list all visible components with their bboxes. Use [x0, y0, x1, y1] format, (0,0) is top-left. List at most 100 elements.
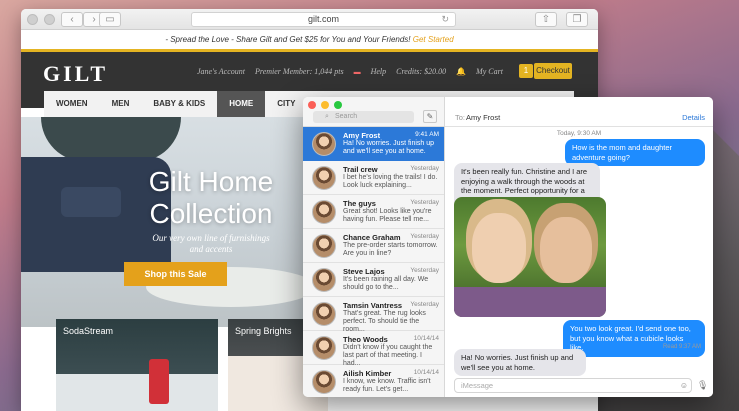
reload-icon[interactable]: ↻ [441, 13, 449, 26]
conversation-item[interactable]: Trail crew Yesterday I bet he's loving t… [303, 161, 444, 195]
sidebar-icon[interactable]: ▭ [99, 12, 121, 27]
message-bubble-out: You two look great. I'd send one too, bu… [563, 320, 705, 357]
conversation-time: 10/14/14 [413, 369, 439, 376]
gilt-logo[interactable]: GILT [43, 61, 108, 87]
read-receipt: Read 9:37 AM [662, 344, 701, 350]
person-image [540, 217, 592, 283]
recipient-name[interactable]: Amy Frost [466, 113, 500, 122]
conversation-item[interactable]: The guys Yesterday Great shot! Looks lik… [303, 195, 444, 229]
avatar [312, 302, 336, 326]
conversation-item[interactable]: Amy Frost 9:41 AM Ha! No worries. Just f… [303, 127, 444, 161]
lamp-image [41, 117, 181, 162]
conversation-snippet: Ha! No worries. Just finish up and we'll… [343, 140, 435, 155]
promo-banner: - Spread the Love - Share Gilt and Get $… [21, 30, 598, 52]
nav-baby-kids[interactable]: BABY & KIDS [141, 91, 217, 117]
back-icon[interactable]: ‹ [61, 12, 83, 27]
conversation-item[interactable]: Chance Graham Yesterday The pre-order st… [303, 229, 444, 263]
address-bar[interactable]: gilt.com ↻ [191, 12, 456, 27]
member-points: Premier Member: 1,044 pts [255, 67, 344, 76]
message-input[interactable]: iMessage ☺ [454, 378, 692, 393]
conversation-item[interactable]: Ailish Kimber 10/14/14 I know, we know. … [303, 365, 444, 397]
conversation-time: 10/14/14 [413, 335, 439, 342]
conversation-snippet: Great shot! Looks like you're having fun… [343, 208, 432, 223]
cart-link[interactable]: My Cart [476, 67, 503, 76]
person-image [472, 213, 526, 283]
avatar [312, 166, 336, 190]
search-icon: ⌕ [325, 113, 329, 120]
flag-icon[interactable]: ▬ [354, 68, 361, 76]
conversation-snippet: The pre-order starts tomorrow. Are you i… [343, 242, 438, 257]
avatar [312, 370, 336, 394]
avatar [312, 234, 336, 258]
messages-window: ⌕ Search ✎ Amy Frost 9:41 AM Ha! No worr… [303, 97, 713, 397]
conversation-time: Yesterday [410, 165, 439, 172]
credits-link[interactable]: Credits: $20.00 [396, 67, 446, 76]
nav-men[interactable]: MEN [100, 91, 142, 117]
conversation-time: Yesterday [410, 301, 439, 308]
conversation-sidebar: ⌕ Search ✎ Amy Frost 9:41 AM Ha! No worr… [303, 97, 445, 397]
hero-subtitle: Our very own line of furnishings and acc… [111, 233, 311, 255]
avatar [312, 336, 336, 360]
conversation-time: Yesterday [410, 233, 439, 240]
zoom-button[interactable] [334, 101, 342, 109]
minimize-button[interactable] [321, 101, 329, 109]
conversation-time: 9:41 AM [415, 131, 439, 138]
tile-label: Spring Brights [235, 326, 292, 336]
conversation-time: Yesterday [410, 199, 439, 206]
promo-text: - Spread the Love - Share Gilt and Get $… [165, 35, 413, 44]
details-button[interactable]: Details [682, 113, 705, 122]
product-image [149, 359, 169, 404]
message-timestamp: Today, 9:30 AM [556, 130, 602, 137]
sale-tile-sodastream[interactable]: SodaStream [56, 319, 218, 411]
get-started-link[interactable]: Get Started [413, 35, 454, 44]
emoji-icon[interactable]: ☺ [680, 379, 688, 392]
nav-home[interactable]: HOME [217, 91, 266, 117]
hero-subtitle-line-2: and accents [189, 244, 233, 254]
message-bubble-out: How is the mom and daughter adventure go… [565, 139, 705, 166]
avatar [312, 200, 336, 224]
input-placeholder: iMessage [461, 381, 494, 390]
share-icon[interactable]: ⇧ [535, 12, 557, 27]
close-button[interactable] [308, 101, 316, 109]
search-input[interactable]: ⌕ Search [313, 111, 414, 123]
messages-window-controls [308, 101, 342, 109]
hero-subtitle-line-1: Our very own line of furnishings [152, 233, 270, 243]
tabs-icon[interactable]: ❐ [566, 12, 588, 27]
account-bar: Jane's Account Premier Member: 1,044 pts… [197, 67, 503, 76]
cart-count-badge[interactable]: 1 [519, 64, 533, 78]
sidebar-header: ⌕ Search ✎ [303, 97, 444, 127]
microphone-icon[interactable]: 🎙 [697, 380, 708, 391]
minimize-button[interactable] [44, 14, 55, 25]
hero-title: Gilt Home Collection [111, 166, 311, 230]
photo-attachment[interactable] [454, 197, 606, 317]
conversation-item[interactable]: Theo Woods 10/14/14 Didn't know if you c… [303, 331, 444, 367]
close-button[interactable] [27, 14, 38, 25]
avatar [312, 132, 336, 156]
conversation-snippet: I bet he's loving the trails! I do. Look… [343, 174, 438, 189]
safari-toolbar: ‹ › ▭ gilt.com ↻ ⇧ ❐ [21, 9, 598, 30]
nav-city[interactable]: CITY [265, 91, 307, 117]
help-link[interactable]: Help [371, 67, 387, 76]
nav-women[interactable]: WOMEN [44, 91, 100, 117]
hero-title-line-2: Collection [149, 198, 273, 229]
conversation-view: To: Amy Frost Details Today, 9:30 AM How… [445, 97, 713, 397]
shop-sale-button[interactable]: Shop this Sale [124, 262, 227, 286]
tile-label: SodaStream [63, 326, 114, 336]
conversation-item[interactable]: Steve Lajos Yesterday It's been raining … [303, 263, 444, 297]
compose-icon[interactable]: ✎ [423, 110, 437, 123]
search-placeholder: Search [335, 113, 358, 120]
sale-tiles: SodaStream Spring Brights [56, 319, 328, 411]
conversation-header: To: Amy Frost Details [445, 97, 713, 127]
to-label: To: [455, 113, 466, 122]
conversation-time: Yesterday [410, 267, 439, 274]
conversation-snippet: I know, we know. Traffic isn't ready fun… [343, 378, 431, 393]
account-link[interactable]: Jane's Account [197, 67, 245, 76]
avatar [312, 268, 336, 292]
conversation-item[interactable]: Tamsin Vantress Yesterday That's great. … [303, 297, 444, 333]
url-text: gilt.com [307, 14, 339, 24]
message-bubble-in: Ha! No worries. Just finish up and we'll… [454, 349, 586, 376]
conversation-snippet: It's been raining all day. We should go … [343, 276, 429, 291]
hero-title-line-1: Gilt Home [148, 166, 274, 197]
bell-icon[interactable]: 🔔 [456, 67, 466, 76]
checkout-button[interactable]: Checkout [534, 63, 572, 79]
